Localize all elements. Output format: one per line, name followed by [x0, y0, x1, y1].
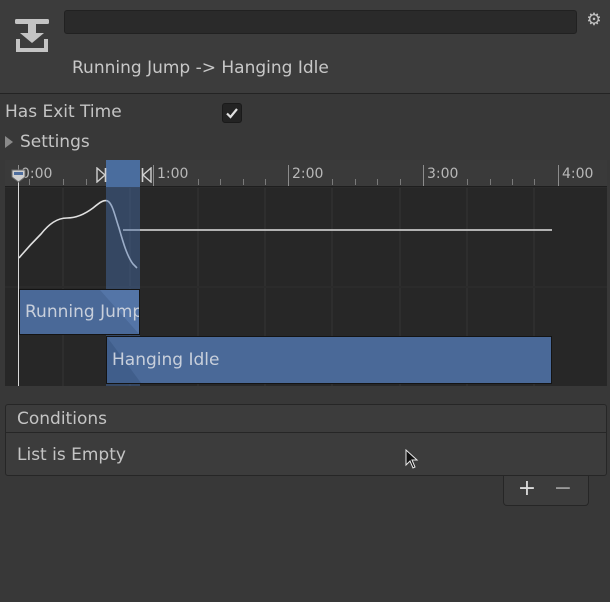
playhead-handle[interactable]	[11, 168, 26, 183]
gear-icon[interactable]: ⚙	[583, 9, 605, 31]
ruler-minor-tick	[265, 179, 266, 185]
destination-clip-bar[interactable]: Hanging Idle	[106, 336, 552, 384]
conditions-footer: + −	[503, 476, 589, 506]
curve-area	[5, 188, 607, 286]
source-clip-bar[interactable]: Running Jump	[19, 289, 140, 335]
conditions-title: Conditions	[17, 409, 107, 429]
ruler-minor-tick	[534, 179, 535, 185]
has-exit-time-checkbox[interactable]	[222, 103, 242, 123]
transition-name-input[interactable]	[64, 10, 577, 34]
triangle-right-icon	[5, 136, 13, 148]
ruler-minor-tick	[86, 179, 87, 185]
transition-end-marker[interactable]	[141, 166, 153, 184]
ruler-label: 4:00	[562, 166, 594, 182]
ruler-label: 3:00	[427, 166, 459, 182]
ruler-major-tick	[558, 165, 559, 186]
ruler-minor-tick	[63, 179, 64, 185]
transition-timeline[interactable]: 0:00 1:00 2:00 3:00 4:00 Running Jump Ha…	[5, 160, 607, 386]
transition-start-marker[interactable]	[95, 166, 107, 184]
ruler-label: 1:00	[157, 166, 189, 182]
conditions-empty-text: List is Empty	[17, 445, 126, 465]
destination-clip-label: Hanging Idle	[112, 350, 220, 370]
ruler-label: 2:00	[292, 166, 324, 182]
conditions-list: Conditions List is Empty	[5, 404, 607, 476]
transition-icon	[14, 17, 50, 53]
ruler-minor-tick	[355, 179, 356, 185]
inspector-header: ⚙ Running Jump -> Hanging Idle	[0, 0, 610, 94]
conditions-header: Conditions	[6, 405, 606, 433]
playhead-line	[18, 170, 19, 386]
ruler-minor-tick	[490, 179, 491, 185]
ruler-minor-tick	[332, 179, 333, 185]
ruler-minor-tick	[198, 179, 199, 185]
ruler-major-tick	[288, 165, 289, 186]
ruler-minor-tick	[220, 179, 221, 185]
mouse-cursor-icon	[405, 448, 419, 471]
ruler-minor-tick	[400, 179, 401, 185]
ruler-minor-tick	[512, 179, 513, 185]
ruler-minor-tick	[377, 179, 378, 185]
ruler-minor-tick	[467, 179, 468, 185]
settings-label: Settings	[20, 132, 90, 152]
transition-overlap-ruler[interactable]	[106, 160, 140, 187]
ruler-major-tick	[423, 165, 424, 186]
transition-title: Running Jump -> Hanging Idle	[72, 58, 329, 78]
has-exit-time-label: Has Exit Time	[5, 102, 122, 122]
checkmark-icon	[226, 108, 238, 119]
ruler-minor-tick	[243, 179, 244, 185]
add-condition-button[interactable]: +	[512, 478, 542, 502]
ruler-major-tick	[153, 165, 154, 186]
remove-condition-button[interactable]: −	[548, 478, 578, 502]
source-clip-label: Running Jump	[25, 302, 139, 322]
